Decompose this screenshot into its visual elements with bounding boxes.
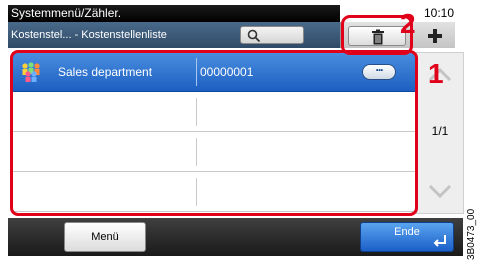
breadcrumb: Kostenstel... - Kostenstellenliste xyxy=(8,22,340,48)
chevron-down-icon xyxy=(428,184,452,199)
page-count: 1/1 xyxy=(431,124,449,138)
page-title: Systemmenü/Zähler. xyxy=(8,5,340,22)
breadcrumb-label: Kostenstel... - Kostenstellenliste xyxy=(11,29,167,41)
scroll-down-button[interactable] xyxy=(420,170,460,210)
enter-icon xyxy=(433,235,446,247)
end-button[interactable]: Ende xyxy=(360,222,454,252)
menu-button[interactable]: Menü xyxy=(64,222,146,252)
callout-frame-list xyxy=(10,50,418,216)
end-button-label: Ende xyxy=(394,226,420,238)
clock: 10:10 xyxy=(424,6,455,20)
plus-icon xyxy=(428,29,442,43)
add-button[interactable] xyxy=(424,26,446,46)
callout-number-2: 2 xyxy=(400,8,416,39)
search-icon xyxy=(247,29,261,43)
callout-number-1: 1 xyxy=(428,58,444,89)
search-button[interactable] xyxy=(240,26,304,44)
screen: Systemmenü/Zähler. 10:10 Kostenstel... -… xyxy=(0,0,481,261)
document-reference: 3B0473_00 xyxy=(466,208,477,260)
